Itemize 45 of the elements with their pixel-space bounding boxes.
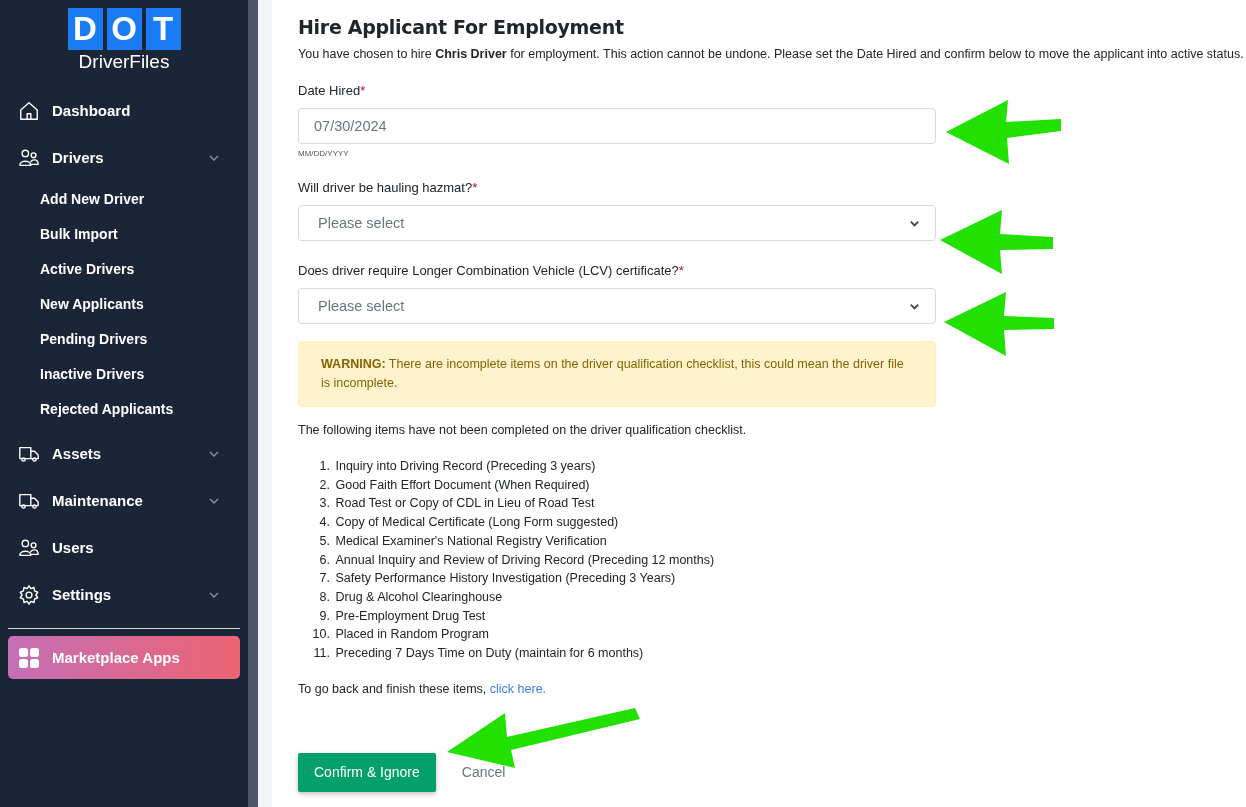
warning-message: WARNING: There are incomplete items on the driver qualification checklist, this could mean the driver file is incomplete. [298, 341, 936, 407]
checklist-item: 9. Pre-Employment Drug Test [318, 607, 487, 625]
checklist-item: 3. Road Test or Copy of CDL in Lieu of Road Test [318, 495, 596, 513]
nav-item[interactable]: Assets [8, 430, 240, 477]
checklist-item: 10. Placed in Random Program [311, 626, 491, 644]
nav-subitem[interactable]: Inactive Drivers [8, 356, 240, 391]
nav-item[interactable]: Maintenance [8, 477, 240, 524]
home-icon [18, 99, 40, 122]
checklist-item: 4. Copy of Medical Certificate (Long Form suggested) [318, 514, 620, 532]
page-title: Hire Applicant For Employment [298, 16, 625, 38]
checklist-item: 5. Medical Examiner's National Registry Verification [318, 532, 608, 550]
select-field[interactable]: Please select [298, 205, 936, 241]
nav-subitem[interactable]: Rejected Applicants [8, 391, 240, 426]
logo-letter: T [145, 8, 181, 50]
nav-subitem[interactable]: New Applicants [8, 286, 240, 321]
back-text: To go back and finish these items, click here. [298, 681, 548, 696]
date-field[interactable]: 07/30/2024 [298, 108, 936, 144]
logo-letter: D [67, 8, 103, 50]
field-hint: MM/DD/YYYY [298, 149, 350, 158]
checklist-item: 6. Annual Inquiry and Review of Driving Record (Preceding 12 months) [318, 551, 716, 569]
settings-icon [18, 583, 40, 606]
nav-subitem[interactable]: Active Drivers [8, 251, 240, 286]
nav-subitem[interactable]: Bulk Import [8, 216, 240, 251]
nav-subitem[interactable]: Pending Drivers [8, 321, 240, 356]
intro-text: You have chosen to hire Chris Driver for employment. This action cannot be undone. Please set the Date Hired and confirm below to move the applicant into active status. [298, 47, 1245, 61]
checklist-item: 8. Drug & Alcohol Clearinghouse [318, 588, 504, 606]
checklist-item: 1. Inquiry into Driving Record (Preceding 3 years) [318, 458, 597, 475]
select-field[interactable]: Please select [298, 288, 936, 324]
nav-item[interactable]: Drivers [8, 134, 240, 181]
nav-subitem[interactable]: Add New Driver [8, 181, 240, 216]
click-here-link[interactable]: click here. [489, 681, 547, 696]
cancel-button[interactable]: Cancel [455, 763, 512, 782]
checklist-item: 7. Safety Performance History Investigation (Preceding 3 Years) [318, 570, 677, 588]
field-label: Will driver be hauling hazmat?* [298, 180, 479, 195]
checklist-item: 2. Good Faith Effort Document (When Required) [318, 476, 591, 494]
brand-name: DriverFiles [78, 51, 170, 73]
nav-item[interactable]: Users [8, 524, 240, 571]
checklist-item: 11. Preceding 7 Days Time on Duty (maintain for 6 months) [312, 645, 645, 663]
logo-letter: O [106, 8, 142, 50]
field-label: Does driver require Longer Combination Vehicle (LCV) certificate?* [298, 263, 685, 278]
grid-icon [18, 646, 40, 669]
field-label: Date Hired* [298, 83, 367, 98]
nav-item[interactable]: Dashboard [8, 87, 240, 134]
nav-item[interactable]: Settings [8, 571, 240, 618]
checklist-intro: The following items have not been completed on the driver qualification checklist. [298, 423, 748, 437]
